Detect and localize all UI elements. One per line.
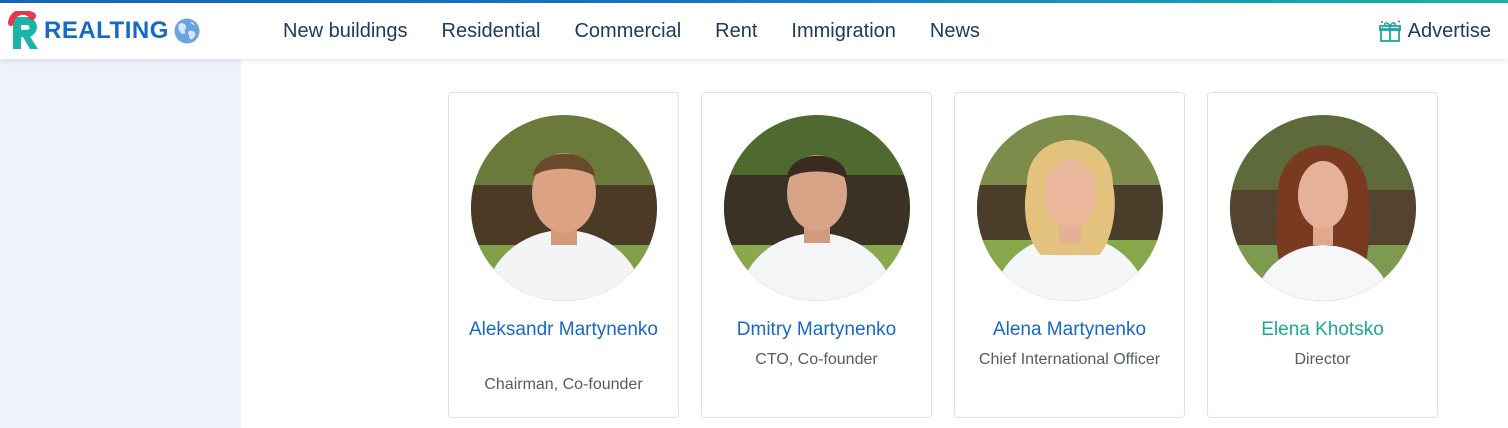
team-member-role: Director (1294, 351, 1351, 368)
team-photo (1230, 115, 1416, 301)
team-cards: Aleksandr Martynenko Chairman, Co-founde… (448, 92, 1438, 418)
nav-immigration[interactable]: Immigration (774, 20, 912, 43)
team-member-role: Chairman, Co-founder (484, 376, 643, 393)
globe-icon[interactable] (173, 17, 201, 45)
team-member-name[interactable]: Dmitry Martynenko (712, 317, 921, 342)
nav-residential[interactable]: Residential (425, 20, 558, 43)
team-member-name[interactable]: Alena Martynenko (965, 317, 1174, 342)
nav-news[interactable]: News (913, 20, 997, 43)
team-member-name[interactable]: Elena Khotsko (1218, 317, 1427, 342)
team-card[interactable]: Elena Khotsko Director (1207, 92, 1438, 418)
team-member-role: Chief International Officer (978, 351, 1161, 368)
main-nav: New buildings Residential Commercial Ren… (266, 3, 997, 59)
advertise-button[interactable]: Advertise (1378, 3, 1491, 59)
team-photo (977, 115, 1163, 301)
nav-new-buildings[interactable]: New buildings (266, 20, 425, 43)
nav-commercial[interactable]: Commercial (557, 20, 698, 43)
gift-icon (1378, 20, 1401, 42)
logo-text: REALTING (44, 17, 169, 44)
nav-rent[interactable]: Rent (698, 20, 774, 43)
site-header: REALTING New buildings Residential Comme… (0, 3, 1508, 59)
site-logo[interactable]: REALTING (8, 11, 168, 51)
team-photo (471, 115, 657, 301)
team-photo (724, 115, 910, 301)
team-card[interactable]: Aleksandr Martynenko Chairman, Co-founde… (448, 92, 679, 418)
team-card[interactable]: Alena Martynenko Chief International Off… (954, 92, 1185, 418)
realting-logo-icon (8, 11, 38, 49)
advertise-label: Advertise (1407, 19, 1491, 42)
team-card[interactable]: Dmitry Martynenko CTO, Co-founder (701, 92, 932, 418)
team-member-name[interactable]: Aleksandr Martynenko (459, 317, 668, 342)
team-member-role: CTO, Co-founder (755, 351, 878, 368)
left-sidebar (0, 59, 241, 428)
